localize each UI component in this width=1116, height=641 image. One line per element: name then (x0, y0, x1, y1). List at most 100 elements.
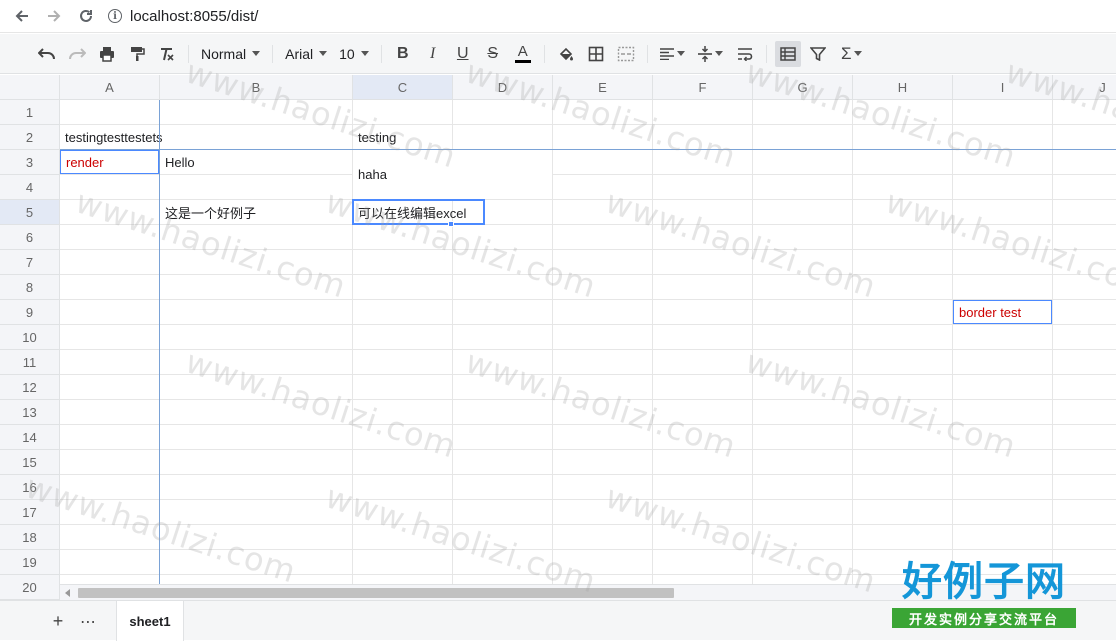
spreadsheet-toolbar: Normal Arial 10 B I U S A Σ (0, 34, 1116, 74)
freeze-line-vertical[interactable] (159, 100, 160, 585)
text-wrap-icon[interactable] (732, 41, 758, 67)
row-header-19[interactable]: 19 (0, 550, 60, 575)
scroll-left-icon[interactable] (65, 589, 70, 597)
row-header-18[interactable]: 18 (0, 525, 60, 550)
font-format-value: Normal (201, 45, 247, 62)
filter-icon[interactable] (805, 41, 831, 67)
toolbar-divider (646, 44, 648, 63)
sheets-menu-button[interactable]: ⋯ (80, 612, 97, 632)
row-header-7[interactable]: 7 (0, 250, 60, 275)
undo-icon[interactable] (34, 41, 60, 67)
cell-c3[interactable]: haha (353, 150, 552, 199)
grid-line (652, 100, 653, 600)
print-icon[interactable] (94, 41, 120, 67)
row-header-4[interactable]: 4 (0, 175, 60, 200)
fill-color-icon[interactable] (553, 41, 579, 67)
toolbar-divider (380, 44, 382, 63)
column-header-d[interactable]: D (453, 75, 553, 100)
freeze-cells-icon[interactable] (774, 40, 801, 67)
cell-b3[interactable]: Hello (160, 150, 352, 174)
cell-b5[interactable]: 这是一个好例子 (160, 200, 352, 224)
row-header-13[interactable]: 13 (0, 400, 60, 425)
row-header-6[interactable]: 6 (0, 225, 60, 250)
row-header-16[interactable]: 16 (0, 475, 60, 500)
browser-chrome: i localhost:8055/dist/ (0, 0, 1116, 33)
underline-button[interactable]: U (450, 41, 476, 67)
add-sheet-button[interactable]: + (50, 611, 66, 631)
column-header-b[interactable]: B (160, 75, 353, 100)
scrollbar-thumb[interactable] (78, 588, 674, 598)
chevron-down-icon (715, 51, 724, 56)
row-header-15[interactable]: 15 (0, 450, 60, 475)
row-header-10[interactable]: 10 (0, 325, 60, 350)
grid-line (852, 100, 853, 600)
grid-line (60, 349, 1116, 350)
column-header-e[interactable]: E (553, 75, 653, 100)
freeze-line-horizontal[interactable] (60, 149, 1116, 150)
row-header-12[interactable]: 12 (0, 375, 60, 400)
row-header-17[interactable]: 17 (0, 500, 60, 525)
column-header-g[interactable]: G (753, 75, 853, 100)
row-header-5[interactable]: 5 (0, 200, 60, 225)
row-header-1[interactable]: 1 (0, 100, 60, 125)
horizontal-align-dropdown[interactable] (656, 41, 690, 67)
row-header-2[interactable]: 2 (0, 125, 60, 150)
functions-dropdown[interactable]: Σ (835, 41, 869, 67)
reload-icon[interactable] (70, 0, 102, 32)
grid-line (60, 224, 1116, 225)
cell-b2[interactable] (160, 125, 352, 149)
cell-a2[interactable]: testingtesttestetst (60, 125, 162, 149)
text-color-button[interactable]: A (510, 41, 536, 67)
merge-cells-icon[interactable] (613, 41, 639, 67)
align-left-icon (660, 47, 675, 60)
grid-line (60, 174, 1116, 175)
toolbar-divider (272, 44, 274, 63)
column-header-h[interactable]: H (853, 75, 953, 100)
address-bar[interactable]: i localhost:8055/dist/ (108, 2, 258, 30)
italic-button[interactable]: I (420, 41, 446, 67)
font-format-dropdown[interactable]: Normal (195, 41, 266, 67)
grid-line (60, 249, 1116, 250)
toolbar-divider (765, 44, 767, 63)
row-header-14[interactable]: 14 (0, 425, 60, 450)
clear-format-icon[interactable] (154, 41, 180, 67)
text-color-swatch (514, 60, 531, 63)
grid-line (60, 449, 1116, 450)
row-header-9[interactable]: 9 (0, 300, 60, 325)
column-header-i[interactable]: I (953, 75, 1053, 100)
bold-button[interactable]: B (390, 41, 416, 67)
chevron-down-icon (319, 51, 328, 56)
back-arrow-icon[interactable] (6, 0, 38, 32)
selection-fill-handle[interactable] (448, 221, 454, 227)
row-header-3[interactable]: 3 (0, 150, 60, 175)
tab-sheet1[interactable]: sheet1 (116, 601, 184, 641)
redo-icon[interactable] (64, 41, 90, 67)
grid-line (60, 374, 1116, 375)
column-header-c[interactable]: C (353, 75, 453, 100)
grid-line (60, 524, 1116, 525)
align-middle-icon (698, 45, 713, 62)
cell-i9[interactable]: border test (953, 300, 1052, 324)
cell-a3[interactable]: render (60, 150, 159, 174)
font-family-dropdown[interactable]: Arial (279, 41, 333, 67)
cell-c2[interactable]: testing (353, 125, 452, 149)
info-icon[interactable]: i (108, 9, 122, 23)
paint-format-icon[interactable] (124, 41, 150, 67)
url-text: localhost:8055/dist/ (130, 7, 259, 25)
grid-line (60, 549, 1116, 550)
vertical-align-dropdown[interactable] (694, 41, 728, 67)
column-header-a[interactable]: A (60, 75, 160, 100)
row-header-11[interactable]: 11 (0, 350, 60, 375)
toolbar-divider (188, 44, 189, 63)
chevron-down-icon (854, 51, 863, 56)
row-header-8[interactable]: 8 (0, 275, 60, 300)
font-size-dropdown[interactable]: 10 (333, 41, 375, 67)
column-header-f[interactable]: F (653, 75, 753, 100)
spreadsheet-grid[interactable]: A B C D E F G H I J 1 2 3 4 5 6 7 8 9 10… (0, 75, 1116, 600)
borders-icon[interactable] (583, 41, 609, 67)
select-all-corner[interactable] (0, 75, 60, 100)
strikethrough-button[interactable]: S (480, 41, 506, 67)
column-header-j[interactable]: J (1053, 75, 1116, 100)
row-header-20[interactable]: 20 (0, 575, 60, 600)
forward-arrow-icon[interactable] (38, 0, 70, 32)
